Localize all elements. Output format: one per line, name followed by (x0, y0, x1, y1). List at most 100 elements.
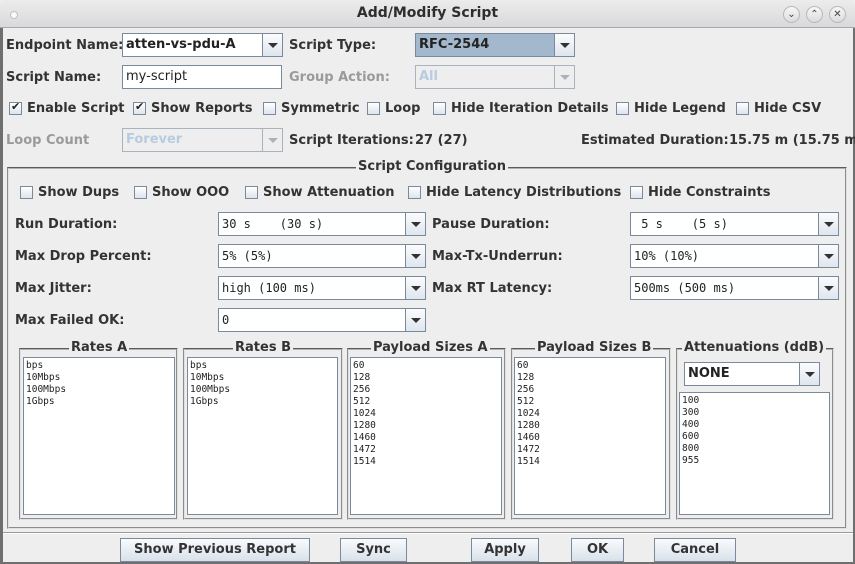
attenuation-preset-select[interactable]: NONE (684, 362, 820, 386)
payload-sizes-b-title: Payload Sizes B (535, 340, 654, 355)
chevron-down-icon[interactable] (405, 309, 425, 331)
attenuations-list[interactable]: 100 300 400 600 800 955 (679, 392, 830, 515)
checkbox-icon (367, 102, 380, 115)
max-drop-percent-label: Max Drop Percent: (15, 249, 152, 264)
show-ooo-checkbox[interactable]: Show OOO (134, 185, 229, 200)
checkbox-label: Symmetric (281, 101, 360, 116)
checkbox-icon (263, 102, 276, 115)
script-iterations-label: Script Iterations: (289, 133, 414, 148)
chevron-down-icon[interactable] (818, 245, 838, 267)
checkbox-label: Enable Script (27, 101, 125, 116)
pause-duration-select[interactable]: 5 s (5 s) (630, 212, 839, 236)
payload-sizes-a-title: Payload Sizes A (371, 340, 490, 355)
chevron-down-icon[interactable] (262, 34, 282, 56)
attenuation-preset-value: NONE (688, 366, 730, 381)
group-action-select: All (415, 65, 575, 89)
loop-checkbox[interactable]: Loop (367, 101, 420, 116)
hide-iteration-details-checkbox[interactable]: Hide Iteration Details (433, 101, 609, 116)
loop-count-select: Forever (122, 128, 283, 152)
checkbox-label: Show Reports (151, 101, 253, 116)
maximize-icon[interactable]: ⌃ (806, 6, 823, 23)
hide-csv-checkbox[interactable]: Hide CSV (736, 101, 821, 116)
max-jitter-label: Max Jitter: (15, 281, 92, 296)
script-type-value: RFC-2544 (416, 34, 554, 56)
run-duration-value: 30 s (30 s) (222, 217, 324, 231)
max-rt-latency-value: 500ms (500 ms) (634, 281, 736, 295)
run-duration-label: Run Duration: (15, 217, 118, 232)
max-failed-ok-select[interactable]: 0 (218, 308, 426, 332)
sync-button[interactable]: Sync (340, 538, 407, 562)
payload-sizes-b-list[interactable]: 60 128 256 512 1024 1280 1460 1472 1514 (514, 357, 666, 515)
max-drop-percent-value: 5% (5%) (222, 249, 273, 263)
max-rt-latency-select[interactable]: 500ms (500 ms) (630, 276, 839, 300)
max-drop-percent-select[interactable]: 5% (5%) (218, 244, 426, 268)
rates-b-title: Rates B (233, 340, 293, 355)
max-rt-latency-label: Max RT Latency: (432, 281, 553, 296)
show-attenuation-checkbox[interactable]: Show Attenuation (245, 185, 395, 200)
group-action-value: All (419, 69, 438, 84)
estimated-duration-value: 15.75 m (15.75 m) (729, 133, 855, 148)
title-bar: Add/Modify Script ⌄ ⌃ ✕ (0, 0, 855, 28)
max-tx-underrun-select[interactable]: 10% (10%) (630, 244, 839, 268)
checkbox-checked-icon (9, 100, 22, 115)
chevron-down-icon[interactable] (405, 245, 425, 267)
hide-constraints-checkbox[interactable]: Hide Constraints (630, 185, 771, 200)
checkbox-icon (630, 186, 643, 199)
hide-legend-checkbox[interactable]: Hide Legend (616, 101, 726, 116)
script-type-label: Script Type: (289, 38, 377, 53)
script-iterations-value: 27 (27) (415, 133, 468, 148)
hide-latency-distributions-checkbox[interactable]: Hide Latency Distributions (408, 185, 621, 200)
window-title: Add/Modify Script (356, 5, 499, 21)
checkbox-label: Loop (385, 101, 421, 116)
chevron-down-icon[interactable] (818, 213, 838, 235)
loop-count-value: Forever (126, 132, 183, 147)
symmetric-checkbox[interactable]: Symmetric (263, 101, 360, 116)
max-failed-ok-value: 0 (222, 313, 230, 327)
chevron-down-icon[interactable] (818, 277, 838, 299)
checkbox-icon (408, 186, 421, 199)
chevron-down-icon[interactable] (554, 34, 574, 56)
show-dups-checkbox[interactable]: Show Dups (20, 185, 119, 200)
checkbox-icon (736, 102, 749, 115)
checkbox-label: Hide Iteration Details (451, 101, 609, 116)
endpoint-name-select[interactable]: atten-vs-pdu-A (122, 33, 283, 57)
checkbox-label: Hide CSV (754, 101, 822, 116)
button-separator (3, 532, 853, 534)
max-failed-ok-label: Max Failed OK: (15, 313, 125, 328)
checkbox-icon (616, 102, 629, 115)
rates-a-list[interactable]: bps 10Mbps 100Mbps 1Gbps (23, 357, 175, 515)
max-jitter-value: high (100 ms) (222, 281, 316, 295)
enable-script-checkbox[interactable]: Enable Script (9, 100, 125, 116)
checkbox-label: Show OOO (152, 185, 230, 200)
endpoint-name-value: atten-vs-pdu-A (126, 37, 236, 52)
script-name-input[interactable]: my-script (122, 65, 282, 89)
script-name-label: Script Name: (6, 70, 102, 85)
attenuations-title: Attenuations (ddB) (682, 340, 827, 355)
checkbox-label: Hide Legend (634, 101, 726, 116)
checkbox-icon (20, 186, 33, 199)
estimated-duration-label: Estimated Duration: (581, 133, 729, 148)
minimize-icon[interactable]: ⌄ (783, 6, 800, 23)
script-type-select[interactable]: RFC-2544 (415, 33, 575, 57)
apply-button[interactable]: Apply (471, 538, 539, 562)
show-previous-report-button[interactable]: Show Previous Report (120, 538, 310, 562)
checkbox-icon (433, 102, 446, 115)
chevron-down-icon (554, 66, 574, 88)
chevron-down-icon (262, 129, 282, 151)
rates-a-title: Rates A (69, 340, 130, 355)
payload-sizes-a-list[interactable]: 60 128 256 512 1024 1280 1460 1472 1514 (350, 357, 502, 515)
max-jitter-select[interactable]: high (100 ms) (218, 276, 426, 300)
checkbox-checked-icon (133, 100, 146, 115)
ok-button[interactable]: OK (571, 538, 624, 562)
checkbox-label: Show Dups (38, 185, 120, 200)
chevron-down-icon[interactable] (405, 213, 425, 235)
chevron-down-icon[interactable] (405, 277, 425, 299)
cancel-button[interactable]: Cancel (654, 538, 736, 562)
rates-b-list[interactable]: bps 10Mbps 100Mbps 1Gbps (187, 357, 338, 515)
chevron-down-icon[interactable] (799, 363, 819, 385)
loop-count-label: Loop Count (6, 133, 90, 148)
show-reports-checkbox[interactable]: Show Reports (133, 100, 253, 116)
close-icon[interactable]: ✕ (829, 6, 846, 23)
run-duration-select[interactable]: 30 s (30 s) (218, 212, 426, 236)
endpoint-name-label: Endpoint Name: (6, 38, 124, 53)
